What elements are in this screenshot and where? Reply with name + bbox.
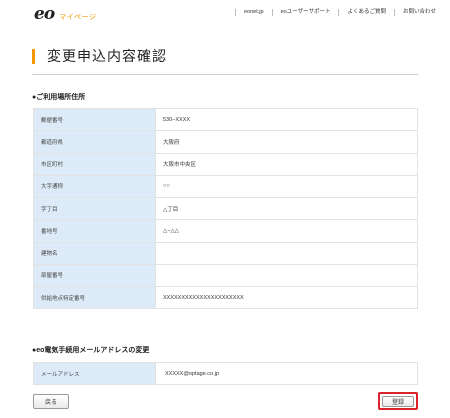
row-label-building: 建物名	[33, 241, 156, 265]
logo-mark: eo	[34, 4, 55, 24]
row-label-block-number: 番地号	[33, 219, 156, 243]
eo-logo[interactable]: eo マイページ	[34, 4, 97, 24]
top-nav: eonet.jp eoユーザーサポート よくあるご質問 お問い合わせ	[234, 9, 444, 16]
table-row: 供給地点特定番号 XXXXXXXXXXXXXXXXXXXXXX	[33, 285, 418, 310]
row-label-room-number: 部屋番号	[33, 263, 156, 288]
submit-button-highlight: 登録	[378, 392, 418, 410]
title-accent-bar	[32, 49, 35, 64]
row-value-building	[155, 241, 418, 265]
row-label-postal-code: 郵便番号	[33, 107, 156, 132]
row-label-district: 大字通称	[33, 174, 156, 199]
logo-text: マイページ	[59, 14, 97, 21]
submit-button[interactable]: 登録	[382, 396, 414, 407]
row-value-city: 大阪市中央区	[155, 152, 418, 176]
address-table: 郵便番号 530−XXXX 都道府県 大阪府 市区町村 大阪市中央区 大字通称 …	[33, 107, 418, 310]
table-row: メールアドレス XXXXX@optage.co.jp	[33, 362, 418, 385]
row-value-chome: △丁目	[155, 196, 418, 221]
mail-table: メールアドレス XXXXX@optage.co.jp	[33, 362, 418, 385]
table-row: 建物名	[33, 241, 418, 265]
address-section-heading: ●ご利用場所住所	[32, 94, 86, 101]
table-row: 都道府県 大阪府	[33, 130, 418, 154]
row-label-prefecture: 都道府県	[33, 130, 156, 154]
page-title-area: 変更申込内容確認	[32, 47, 418, 75]
row-label-email: メールアドレス	[33, 362, 156, 385]
row-value-district: ○○	[155, 174, 418, 199]
site-header: eo マイページ eonet.jp eoユーザーサポート よくあるご質問 お問い…	[0, 0, 450, 28]
nav-link-eonet[interactable]: eonet.jp	[234, 9, 272, 16]
row-value-prefecture: 大阪府	[155, 130, 418, 154]
table-row: 大字通称 ○○	[33, 174, 418, 199]
row-value-room-number	[155, 263, 418, 288]
row-label-chome: 字丁目	[33, 196, 156, 221]
row-label-supply-point-id: 供給地点特定番号	[33, 285, 156, 310]
row-value-postal-code: 530−XXXX	[155, 107, 418, 132]
row-value-block-number: △−△△	[155, 219, 418, 243]
table-row: 部屋番号	[33, 263, 418, 288]
back-button[interactable]: 戻る	[33, 394, 69, 409]
table-row: 番地号 △−△△	[33, 219, 418, 243]
table-row: 郵便番号 530−XXXX	[33, 107, 418, 132]
mail-section-heading: ●eo電気手続用メールアドレスの変更	[32, 347, 150, 354]
table-row: 字丁目 △丁目	[33, 196, 418, 221]
nav-link-faq[interactable]: よくあるご質問	[338, 9, 394, 16]
nav-link-contact[interactable]: お問い合わせ	[393, 9, 444, 16]
nav-link-user-support[interactable]: eoユーザーサポート	[271, 9, 339, 16]
table-row: 市区町村 大阪市中央区	[33, 152, 418, 176]
row-label-city: 市区町村	[33, 152, 156, 176]
row-value-supply-point-id: XXXXXXXXXXXXXXXXXXXXXX	[155, 285, 418, 310]
row-value-email: XXXXX@optage.co.jp	[155, 362, 418, 385]
page-title: 変更申込内容確認	[47, 48, 167, 64]
